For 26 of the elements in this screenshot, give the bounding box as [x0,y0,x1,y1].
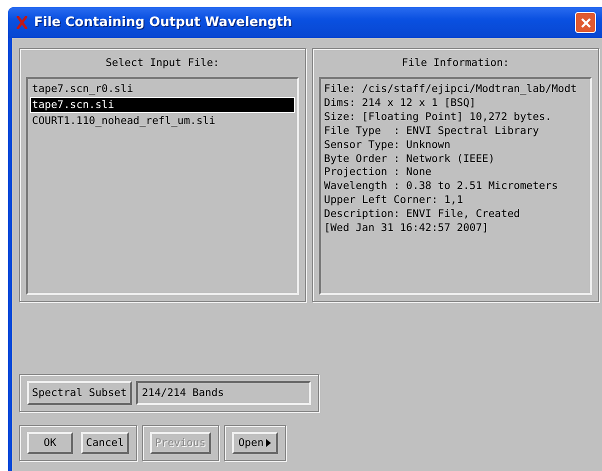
panel-heading: Select Input File: [104,57,220,69]
info-line: Description: ENVI File, Created [324,208,521,222]
info-line: Byte Order : Network (IEEE) [324,152,496,166]
cross-icon [16,16,28,29]
spectral-subset-button[interactable]: Spectral Subset [27,381,132,405]
info-line: Size: [Floating Point] 10,272 bytes. [324,110,553,125]
info-line: Sensor Type: Unknown [324,138,452,153]
info-line: Wavelength : 0.38 to 2.51 Micrometers [324,180,559,194]
info-line: File Type : ENVI Spectral Library [324,124,540,139]
triangle-icon [266,439,271,447]
dialog-button[interactable]: OK [27,432,73,454]
info-line: [Wed Jan 31 16:42:57 2007] [324,222,490,236]
info-line: Dims: 214 x 12 x 1 [BSQ] [324,96,477,111]
window-title: File Containing Output Wavelength [34,15,292,30]
info-line: File: /cis/staff/ejipci/Modtran_lab/Modt [324,83,578,97]
file-list-item[interactable]: COURT1.110_nohead_refl_um.sli [30,113,295,129]
close-button[interactable] [575,12,596,33]
file-list-item[interactable]: tape7.scn_r0.sli [30,81,295,97]
file-list-item[interactable]: tape7.scn.sli [30,97,295,113]
info-line: Upper Left Corner: 1,1 [324,194,464,208]
bands-field[interactable]: 214/214 Bands [136,381,311,405]
panel-heading: File Information: [400,57,510,69]
close-icon [578,16,592,30]
menu-button[interactable]: Open [232,432,278,454]
dialog-button[interactable]: Cancel [81,432,129,454]
info-line: Projection : None [324,166,432,180]
